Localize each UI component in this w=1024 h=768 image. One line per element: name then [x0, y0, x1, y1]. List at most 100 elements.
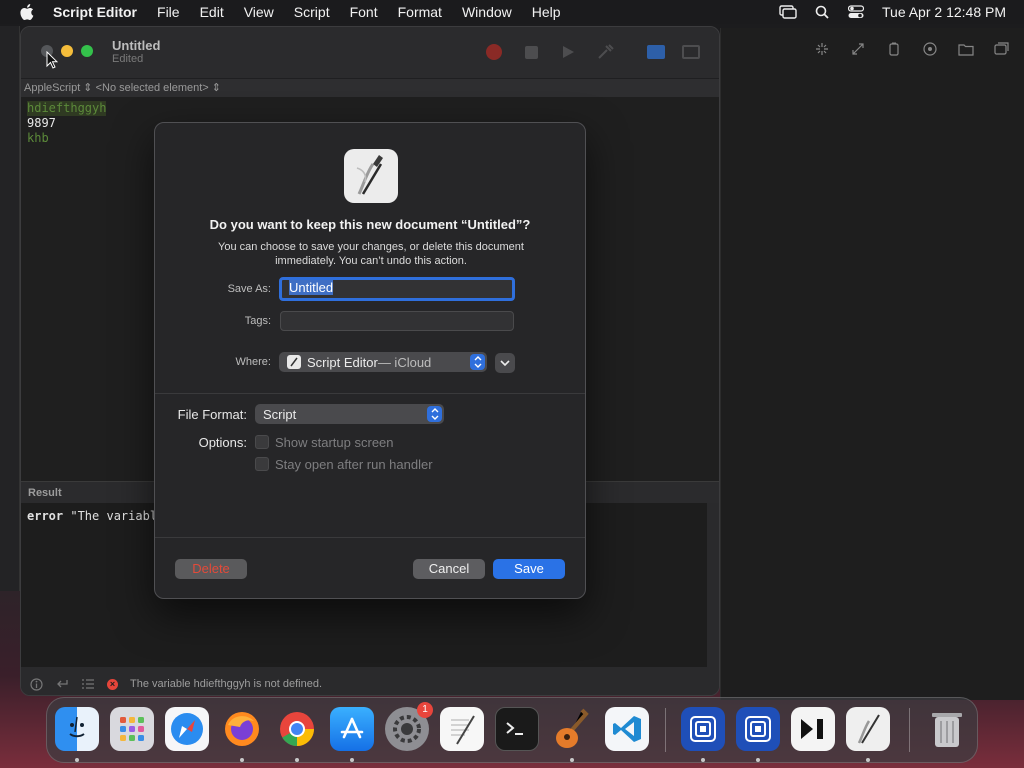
- menu-app-name[interactable]: Script Editor: [53, 4, 137, 20]
- menu-font[interactable]: Font: [350, 4, 378, 20]
- reply-arrow-icon[interactable]: [55, 677, 69, 691]
- terminal-icon[interactable]: [495, 707, 539, 751]
- notification-badge: 1: [417, 702, 433, 718]
- save-changes-dialog: Do you want to keep this new document “U…: [154, 122, 586, 599]
- menubar-clock[interactable]: Tue Apr 2 12:48 PM: [882, 4, 1006, 20]
- show-startup-screen-label: Show startup screen: [275, 435, 394, 450]
- expand-chevron-button[interactable]: [495, 353, 515, 373]
- running-indicator: [701, 758, 705, 762]
- status-message: The variable hdiefthggyh is not defined.: [130, 678, 323, 690]
- dock-separator: [665, 708, 666, 752]
- vscode-icon[interactable]: [605, 707, 649, 751]
- save-button[interactable]: Save: [493, 559, 565, 579]
- background-window-edge: [0, 26, 20, 591]
- dock: 1: [46, 697, 978, 763]
- sparkle-icon[interactable]: [813, 41, 831, 57]
- stay-open-checkbox[interactable]: [255, 457, 269, 471]
- textedit-icon[interactable]: [440, 707, 484, 751]
- zoom-window-button[interactable]: [81, 45, 93, 57]
- window-titlebar: Untitled Edited: [21, 27, 719, 79]
- where-popup[interactable]: Script Editor — iCloud: [279, 352, 487, 372]
- menubar-status-area: Tue Apr 2 12:48 PM: [764, 0, 1006, 24]
- running-indicator: [75, 758, 79, 762]
- background-window: [720, 28, 1024, 700]
- battery-icon[interactable]: [885, 41, 903, 57]
- sidebar-toggle-icon[interactable]: [681, 43, 701, 61]
- final-cut-icon[interactable]: [791, 707, 835, 751]
- dialog-title: Do you want to keep this new document “U…: [209, 217, 531, 232]
- menu-help[interactable]: Help: [532, 4, 561, 20]
- safari-icon[interactable]: [165, 707, 209, 751]
- list-icon[interactable]: [81, 677, 95, 691]
- stop-button[interactable]: [521, 43, 541, 61]
- file-format-value: Script: [263, 406, 297, 422]
- script-editor-dock-icon[interactable]: [846, 707, 890, 751]
- background-toolbar: [721, 28, 1024, 70]
- expand-icon[interactable]: [849, 41, 867, 57]
- updown-chevron-icon: [470, 354, 485, 370]
- app-store-icon[interactable]: [330, 707, 374, 751]
- running-indicator: [570, 758, 574, 762]
- status-bar: × The variable hdiefthggyh is not define…: [21, 671, 719, 695]
- folder-icon[interactable]: [957, 41, 975, 57]
- info-icon[interactable]: [29, 677, 43, 691]
- save-as-field[interactable]: Untitled: [279, 277, 515, 301]
- menu-file[interactable]: File: [157, 4, 180, 20]
- show-hide-log-icon[interactable]: [646, 43, 666, 61]
- garageband-icon[interactable]: [550, 707, 594, 751]
- where-label: Where:: [235, 356, 271, 368]
- options-label: Options:: [198, 435, 247, 450]
- control-center-icon[interactable]: [846, 4, 866, 20]
- tags-label: Tags:: [244, 315, 271, 327]
- result-error-keyword: error: [27, 509, 64, 523]
- chevron-down-icon: [500, 360, 510, 367]
- script-editor-app-icon: [344, 149, 398, 203]
- menu-format[interactable]: Format: [398, 4, 442, 20]
- tags-field[interactable]: [280, 311, 514, 331]
- menu-script[interactable]: Script: [294, 4, 330, 20]
- trash-icon[interactable]: [925, 707, 969, 751]
- updown-chevron-icon: [427, 406, 442, 422]
- where-suffix: — iCloud: [377, 354, 432, 370]
- where-value: Script Editor: [307, 354, 378, 370]
- running-indicator: [240, 758, 244, 762]
- save-as-label: Save As:: [227, 283, 271, 295]
- mouse-pointer-icon: [46, 50, 59, 74]
- navigation-bar[interactable]: AppleScript ⇕ <No selected element> ⇕: [21, 79, 719, 97]
- minimize-window-button[interactable]: [61, 45, 73, 57]
- apple-icon[interactable]: [19, 4, 35, 20]
- record-button[interactable]: [484, 43, 504, 61]
- document-title[interactable]: Untitled: [112, 38, 160, 53]
- run-button[interactable]: [558, 43, 578, 61]
- screen-mirroring-icon[interactable]: [778, 4, 798, 20]
- finder-icon[interactable]: [55, 707, 99, 751]
- menu-window[interactable]: Window: [462, 4, 512, 20]
- dialog-divider: [155, 393, 585, 394]
- show-startup-screen-checkbox[interactable]: [255, 435, 269, 449]
- menu-view[interactable]: View: [244, 4, 274, 20]
- window-app-2-icon[interactable]: [736, 707, 780, 751]
- script-editor-folder-icon: [287, 355, 301, 369]
- code-line: hdiefthggyh: [27, 101, 107, 116]
- dock-separator: [909, 708, 910, 752]
- dialog-message: You can choose to save your changes, or …: [218, 241, 524, 267]
- system-settings-icon[interactable]: 1: [385, 702, 433, 751]
- save-as-value: Untitled: [289, 280, 334, 295]
- running-indicator: [756, 758, 760, 762]
- file-format-label: File Format:: [177, 407, 247, 422]
- compile-icon[interactable]: [596, 43, 616, 61]
- launchpad-icon[interactable]: [110, 707, 154, 751]
- chrome-icon[interactable]: [275, 707, 319, 751]
- stay-open-label: Stay open after run handler: [275, 457, 433, 472]
- windows-icon[interactable]: [993, 41, 1011, 57]
- spotlight-search-icon[interactable]: [812, 4, 832, 20]
- firefox-icon[interactable]: [220, 707, 264, 751]
- delete-button[interactable]: Delete: [175, 559, 247, 579]
- compass-icon[interactable]: [921, 41, 939, 57]
- cancel-button[interactable]: Cancel: [413, 559, 485, 579]
- file-format-popup[interactable]: Script: [255, 404, 444, 424]
- menu-edit[interactable]: Edit: [200, 4, 224, 20]
- running-indicator: [866, 758, 870, 762]
- window-app-1-icon[interactable]: [681, 707, 725, 751]
- dialog-divider: [155, 537, 585, 538]
